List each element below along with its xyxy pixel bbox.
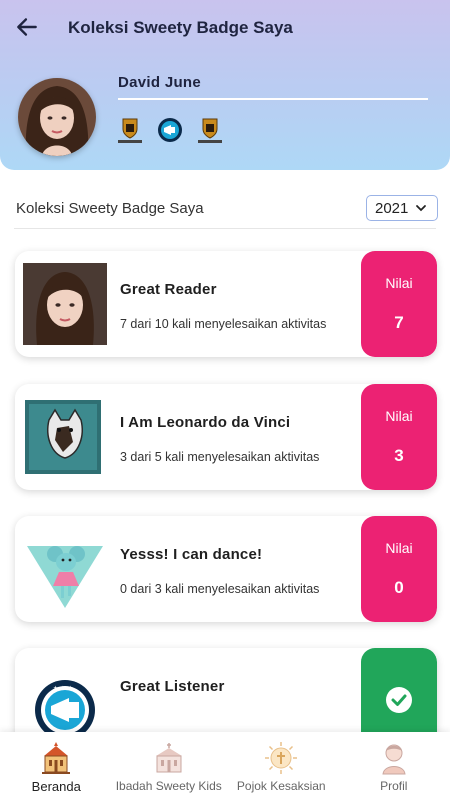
nav-item-beranda[interactable]: Beranda (0, 732, 113, 800)
collection-section-title: Koleksi Sweety Badge Saya (16, 200, 204, 217)
nav-label: Beranda (31, 779, 81, 794)
nav-item-profil[interactable]: Profil (338, 732, 450, 800)
badge-name: Great Listener (120, 678, 225, 695)
check-circle-icon (386, 687, 412, 713)
page-title: Koleksi Sweety Badge Saya (68, 18, 293, 37)
profile-header: Koleksi Sweety Badge Saya David June (0, 0, 450, 170)
score-panel: Nilai 7 (361, 251, 437, 357)
badge-card[interactable]: Great Reader 7 dari 10 kali menyelesaika… (15, 251, 437, 357)
score-label: Nilai (385, 540, 413, 556)
nav-label: Profil (380, 779, 408, 793)
porsche-crest-icon[interactable] (116, 116, 144, 144)
earned-badges-row (116, 116, 224, 144)
user-avatar[interactable] (18, 78, 96, 156)
sun-cross-icon (265, 742, 298, 774)
badge-image: ★ ★ ★ (23, 660, 107, 742)
porsche-crest-icon[interactable] (196, 116, 224, 144)
nav-item-ibadah[interactable]: Ibadah Sweety Kids (113, 732, 226, 800)
badge-progress: 7 dari 10 kali menyelesaikan aktivitas (120, 317, 327, 331)
nav-label: Ibadah Sweety Kids (115, 779, 222, 793)
year-value: 2021 (375, 199, 409, 217)
badge-image (23, 396, 107, 478)
arrow-left-icon[interactable] (14, 14, 40, 40)
church-icon (42, 742, 71, 774)
badge-name: I Am Leonardo da Vinci (120, 414, 291, 431)
score-label: Nilai (385, 275, 413, 291)
score-value: 0 (394, 578, 404, 597)
chevron-down-icon (416, 205, 426, 212)
badge-card[interactable]: I Am Leonardo da Vinci 3 dari 5 kali men… (15, 384, 437, 490)
score-label: Nilai (385, 408, 413, 424)
badge-name: Yesss! I can dance! (120, 546, 263, 563)
badge-progress: 3 dari 5 kali menyelesaikan aktivitas (120, 450, 320, 464)
nav-item-kesaksian[interactable]: Pojok Kesaksian (225, 732, 338, 800)
child-avatar-icon (382, 744, 406, 775)
svg-text:★ ★ ★: ★ ★ ★ (53, 685, 73, 692)
badge-image (23, 528, 107, 610)
badge-image (23, 263, 107, 345)
name-underline (118, 98, 428, 100)
section-divider (14, 228, 436, 229)
year-dropdown[interactable]: 2021 (366, 195, 438, 221)
megaphone-badge-icon[interactable] (156, 116, 184, 144)
score-value: 3 (394, 446, 404, 465)
nav-label: Pojok Kesaksian (236, 779, 326, 793)
badge-name: Great Reader (120, 281, 217, 298)
score-value: 7 (394, 313, 404, 332)
badge-progress: 0 dari 3 kali menyelesaikan aktivitas (120, 582, 320, 596)
church-building-icon (155, 743, 182, 773)
score-panel: Nilai 3 (361, 384, 437, 490)
user-name: David June (118, 74, 202, 91)
bottom-navigation: Beranda Ibadah Sweety Kids Pojok Kesaksi… (0, 732, 450, 800)
score-panel: Nilai 0 (361, 516, 437, 622)
badge-card[interactable]: Yesss! I can dance! 0 dari 3 kali menyel… (15, 516, 437, 622)
